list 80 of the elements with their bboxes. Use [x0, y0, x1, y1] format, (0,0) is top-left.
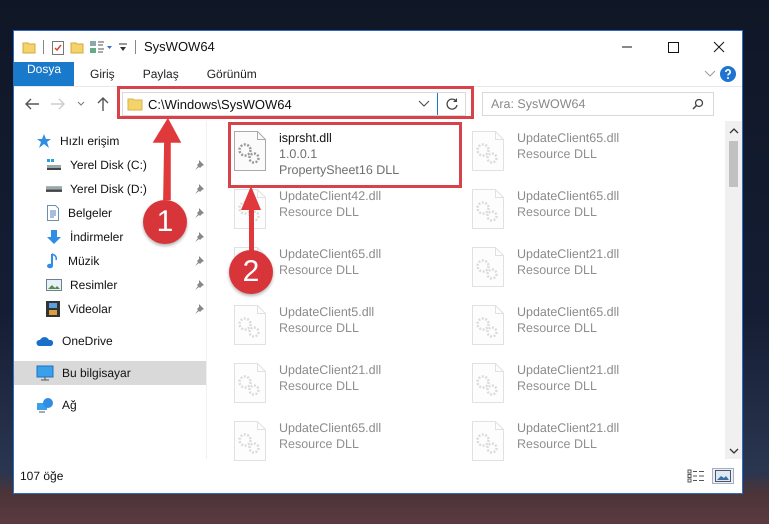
nav-item[interactable]: İndirmeler: [70, 230, 124, 244]
drive-icon: [46, 186, 62, 192]
file-description: Resource DLL: [279, 262, 360, 278]
dropdown-icon[interactable]: [118, 40, 128, 52]
nav-item[interactable]: Bu bilgisayar: [14, 361, 206, 385]
caret-icon[interactable]: [418, 100, 430, 108]
file-name: UpdateClient65.dll: [279, 420, 382, 436]
monitor-icon: [36, 365, 54, 381]
nav-item[interactable]: Ağ: [14, 393, 206, 417]
file-description: Resource DLL: [517, 436, 598, 452]
download-arrow-icon: [46, 229, 62, 245]
scroll-up-icon[interactable]: [728, 127, 738, 135]
pin-icon[interactable]: [194, 160, 204, 170]
nav-item[interactable]: Videolar: [68, 302, 112, 316]
file-name: UpdateClient21.dll: [279, 362, 382, 378]
pin-icon[interactable]: [194, 232, 204, 242]
file-description: Resource DLL: [279, 320, 360, 336]
document-icon: [46, 205, 60, 221]
file-description: Resource DLL: [279, 378, 360, 394]
file-name: UpdateClient21.dll: [517, 420, 620, 436]
image-icon: [46, 278, 62, 292]
file-name: UpdateClient65.dll: [517, 130, 620, 146]
file-name: isprsht.dll: [279, 130, 333, 146]
network-icon: [36, 397, 54, 413]
scroll-down-icon[interactable]: [728, 447, 738, 455]
file-description: PropertySheet16 DLL: [279, 162, 400, 178]
up-arrow-icon[interactable]: [96, 96, 110, 112]
file-name: UpdateClient65.dll: [517, 188, 620, 204]
refresh-icon[interactable]: [445, 97, 459, 111]
nav-item[interactable]: Resimler: [70, 278, 118, 292]
folder-icon: [127, 97, 143, 111]
scroll-thumb[interactable]: [729, 141, 738, 187]
checklist-icon[interactable]: [51, 38, 65, 54]
pin-icon[interactable]: [194, 256, 204, 266]
file-description: Resource DLL: [517, 378, 598, 394]
address-path: C:\Windows\SysWOW64: [148, 96, 293, 112]
file-description: Resource DLL: [279, 204, 360, 220]
file-description: Resource DLL: [517, 146, 598, 162]
caret-icon[interactable]: [76, 100, 86, 108]
pin-icon[interactable]: [194, 208, 204, 218]
file-name: UpdateClient5.dll: [279, 304, 374, 320]
drive-icon: [46, 158, 62, 172]
help-icon[interactable]: [720, 66, 736, 82]
nav-item[interactable]: Yerel Disk (C:): [70, 158, 147, 172]
search-field[interactable]: Ara: SysWOW64: [482, 92, 714, 116]
pin-icon[interactable]: [194, 304, 204, 314]
nav-item[interactable]: Hızlı erişim: [14, 129, 206, 153]
ribbon-tab[interactable]: Giriş: [78, 62, 127, 86]
search-icon: [692, 98, 704, 110]
music-note-icon: [46, 253, 60, 269]
back-arrow-icon[interactable]: [24, 97, 40, 111]
pin-icon[interactable]: [194, 184, 204, 194]
file-description: Resource DLL: [517, 262, 598, 278]
pin-icon[interactable]: [194, 280, 204, 290]
item-count: 107 öğe: [20, 469, 64, 483]
film-icon: [46, 301, 60, 317]
file-name: UpdateClient42.dll: [279, 188, 382, 204]
nav-item[interactable]: Belgeler: [68, 206, 112, 220]
file-name: UpdateClient21.dll: [517, 246, 620, 262]
nav-item[interactable]: Yerel Disk (D:): [70, 182, 147, 196]
file-description: Resource DLL: [517, 320, 598, 336]
address-bar[interactable]: C:\Windows\SysWOW64: [122, 92, 466, 116]
file-name: UpdateClient65.dll: [279, 246, 382, 262]
ribbon-tab[interactable]: Paylaş: [130, 62, 191, 86]
star-icon: [36, 133, 52, 149]
ribbon-tab[interactable]: Dosya: [14, 62, 74, 86]
file-version: 1.0.0.1: [279, 146, 318, 162]
nav-item[interactable]: Müzik: [68, 254, 100, 268]
file-name: UpdateClient65.dll: [517, 304, 620, 320]
cloud-icon: [36, 335, 54, 347]
window-title: SysWOW64: [144, 39, 215, 54]
file-description: Resource DLL: [279, 436, 360, 452]
nav-item[interactable]: OneDrive: [14, 329, 206, 353]
file-description: Resource DLL: [517, 204, 598, 220]
large-icons-view-button[interactable]: [712, 468, 734, 484]
ribbon-tab[interactable]: Görünüm: [194, 62, 269, 86]
scrollbar[interactable]: [725, 121, 742, 459]
chevron-icon[interactable]: [704, 70, 716, 78]
file-name: UpdateClient21.dll: [517, 362, 620, 378]
properties-icon[interactable]: [89, 40, 113, 54]
